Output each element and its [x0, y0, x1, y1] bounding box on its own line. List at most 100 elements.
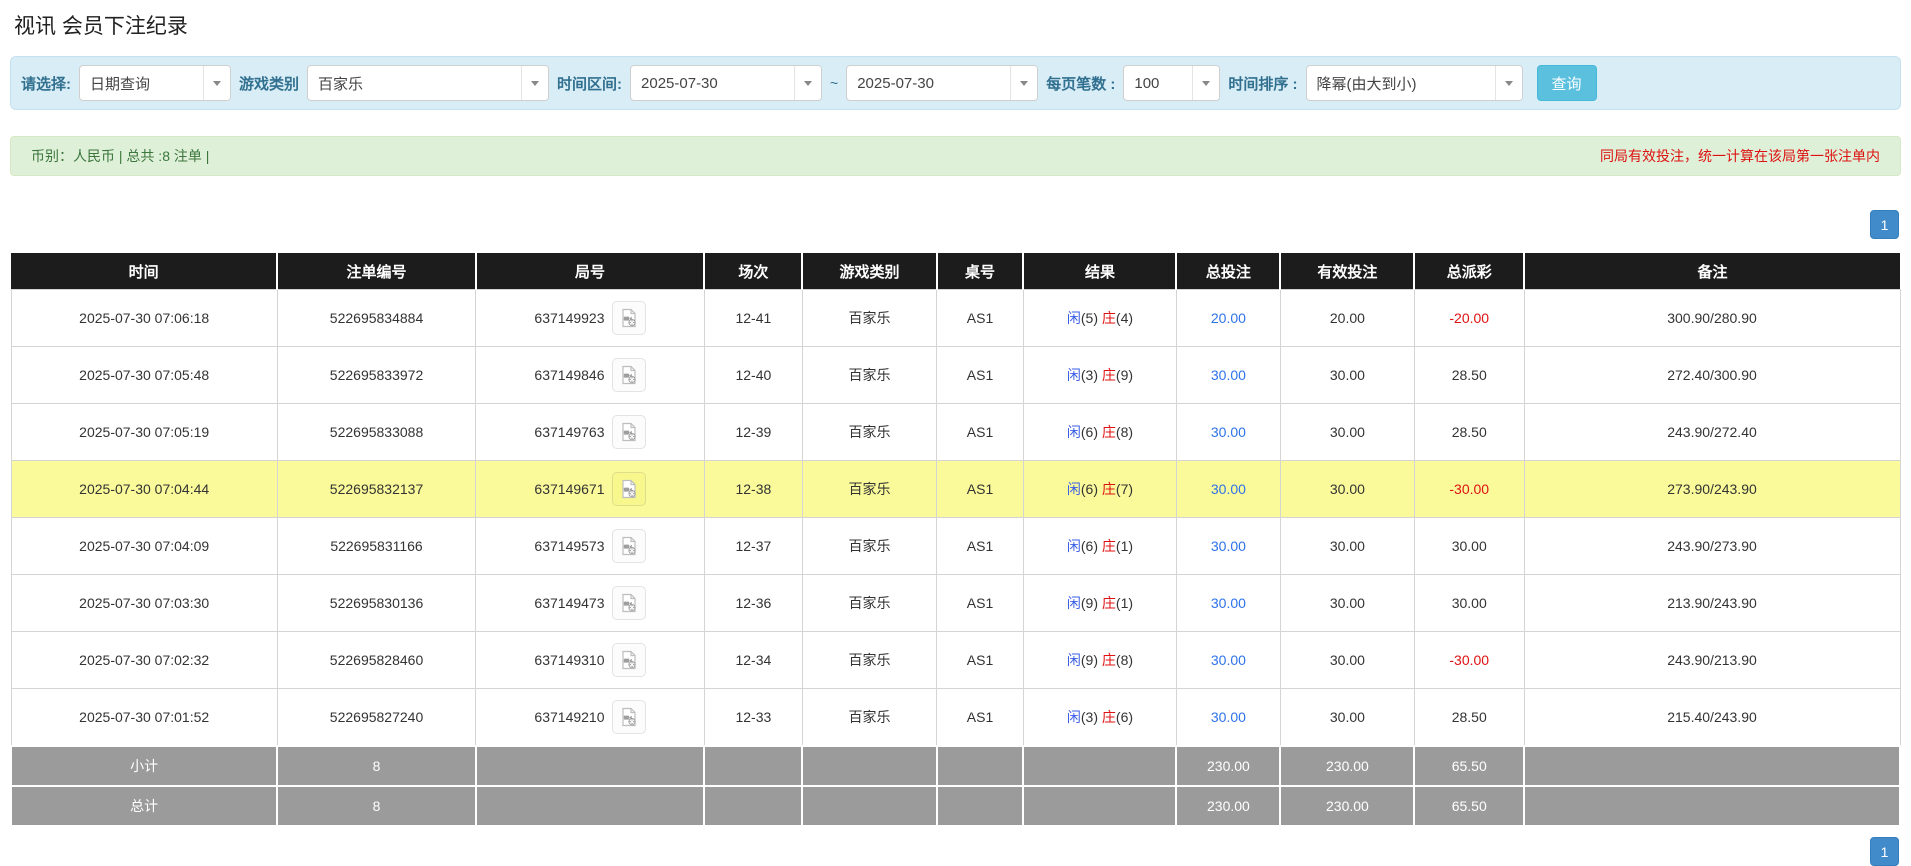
payout-cell: 30.00 — [1414, 518, 1524, 575]
session-cell: 12-40 — [704, 347, 802, 404]
total-bet-cell[interactable]: 30.00 — [1176, 575, 1280, 632]
video-replay-button[interactable] — [612, 415, 646, 449]
round-id: 637149573 — [534, 538, 604, 554]
remark-cell: 243.90/213.90 — [1524, 632, 1900, 689]
total-bet-cell[interactable]: 30.00 — [1176, 518, 1280, 575]
chevron-down-icon[interactable] — [1192, 66, 1219, 100]
result-cell: 闲(3) 庄(6) — [1023, 689, 1176, 747]
summary-empty-cell — [476, 786, 705, 826]
round-cell: 637149923 — [476, 290, 705, 347]
query-type-select[interactable]: 日期查询 — [79, 65, 231, 101]
video-replay-button[interactable] — [612, 700, 646, 734]
total-bet-cell[interactable]: 30.00 — [1176, 347, 1280, 404]
table-no-cell: AS1 — [937, 347, 1024, 404]
session-cell: 12-36 — [704, 575, 802, 632]
page-1-button[interactable]: 1 — [1870, 210, 1899, 239]
total-bet-cell[interactable]: 30.00 — [1176, 404, 1280, 461]
table-body: 2025-07-30 07:06:18522695834884637149923… — [11, 290, 1900, 747]
column-header: 结果 — [1023, 253, 1176, 290]
game-type-cell: 百家乐 — [802, 632, 936, 689]
table-row: 2025-07-30 07:05:19522695833088637149763… — [11, 404, 1900, 461]
game-type-cell: 百家乐 — [802, 347, 936, 404]
video-replay-button[interactable] — [612, 586, 646, 620]
result-cell: 闲(9) 庄(1) — [1023, 575, 1176, 632]
page-size-label: 每页笔数 : — [1046, 73, 1115, 94]
summary-row: 总计8230.00230.0065.50 — [11, 786, 1900, 826]
summary-total-bet-cell: 230.00 — [1176, 746, 1280, 786]
round-cell: 637149573 — [476, 518, 705, 575]
video-replay-button[interactable] — [612, 358, 646, 392]
filter-panel: 请选择: 日期查询 游戏类别 百家乐 时间区间: 2025-07-30 ~ 20… — [10, 56, 1901, 110]
result-cell: 闲(6) 庄(8) — [1023, 404, 1176, 461]
remark-cell: 213.90/243.90 — [1524, 575, 1900, 632]
column-header: 注单编号 — [277, 253, 475, 290]
file-video-icon — [619, 365, 639, 385]
date-from-select[interactable]: 2025-07-30 — [630, 65, 822, 101]
round-id: 637149846 — [534, 367, 604, 383]
summary-empty-cell — [802, 786, 936, 826]
payout-cell: -30.00 — [1414, 461, 1524, 518]
page-size-select[interactable]: 100 — [1123, 65, 1220, 101]
query-type-value: 日期查询 — [80, 66, 203, 100]
chevron-down-icon[interactable] — [1495, 66, 1522, 100]
valid-bet-cell: 30.00 — [1280, 689, 1414, 747]
column-header: 局号 — [476, 253, 705, 290]
total-bet-cell[interactable]: 20.00 — [1176, 290, 1280, 347]
table-no-cell: AS1 — [937, 290, 1024, 347]
chevron-down-icon[interactable] — [794, 66, 821, 100]
table-row: 2025-07-30 07:04:09522695831166637149573… — [11, 518, 1900, 575]
session-cell: 12-39 — [704, 404, 802, 461]
summary-empty-cell — [1524, 746, 1900, 786]
column-header: 备注 — [1524, 253, 1900, 290]
game-type-cell: 百家乐 — [802, 461, 936, 518]
summary-empty-cell — [937, 746, 1024, 786]
page-root: 视讯 会员下注纪录 请选择: 日期查询 游戏类别 百家乐 时间区间: 2025-… — [0, 10, 1911, 866]
round-cell: 637149210 — [476, 689, 705, 747]
chevron-down-icon[interactable] — [1010, 66, 1037, 100]
file-video-icon — [619, 650, 639, 670]
round-id: 637149210 — [534, 709, 604, 725]
summary-payout-cell: 65.50 — [1414, 746, 1524, 786]
game-type-cell: 百家乐 — [802, 518, 936, 575]
bet-id-cell: 522695834884 — [277, 290, 475, 347]
sort-order-select[interactable]: 降幂(由大到小) — [1306, 65, 1523, 101]
chevron-down-icon[interactable] — [521, 66, 548, 100]
session-cell: 12-33 — [704, 689, 802, 747]
bet-id-cell: 522695827240 — [277, 689, 475, 747]
file-video-icon — [619, 479, 639, 499]
game-type-cell: 百家乐 — [802, 290, 936, 347]
chevron-down-icon[interactable] — [203, 66, 230, 100]
video-replay-button[interactable] — [612, 529, 646, 563]
date-to-select[interactable]: 2025-07-30 — [846, 65, 1038, 101]
total-bet-cell[interactable]: 30.00 — [1176, 689, 1280, 747]
file-video-icon — [619, 593, 639, 613]
result-cell: 闲(5) 庄(4) — [1023, 290, 1176, 347]
table-row: 2025-07-30 07:01:52522695827240637149210… — [11, 689, 1900, 747]
sort-order-label: 时间排序 : — [1228, 73, 1297, 94]
total-bet-cell[interactable]: 30.00 — [1176, 461, 1280, 518]
time-range-label: 时间区间: — [557, 73, 622, 94]
valid-bet-cell: 30.00 — [1280, 632, 1414, 689]
round-id: 637149473 — [534, 595, 604, 611]
game-type-select[interactable]: 百家乐 — [307, 65, 549, 101]
summary-label-cell: 小计 — [11, 746, 277, 786]
video-replay-button[interactable] — [612, 643, 646, 677]
bet-id-cell: 522695831166 — [277, 518, 475, 575]
table-footer: 小计8230.00230.0065.50总计8230.00230.0065.50 — [11, 746, 1900, 826]
summary-empty-cell — [1023, 786, 1176, 826]
remark-cell: 273.90/243.90 — [1524, 461, 1900, 518]
total-bet-cell[interactable]: 30.00 — [1176, 632, 1280, 689]
game-type-cell: 百家乐 — [802, 404, 936, 461]
video-replay-button[interactable] — [612, 301, 646, 335]
game-type-label: 游戏类别 — [239, 73, 299, 94]
page-1-button[interactable]: 1 — [1870, 837, 1899, 866]
valid-bet-cell: 20.00 — [1280, 290, 1414, 347]
round-cell: 637149846 — [476, 347, 705, 404]
bet-id-cell: 522695833088 — [277, 404, 475, 461]
payout-cell: 28.50 — [1414, 347, 1524, 404]
video-replay-button[interactable] — [612, 472, 646, 506]
column-header: 桌号 — [937, 253, 1024, 290]
payout-cell: 28.50 — [1414, 404, 1524, 461]
result-cell: 闲(3) 庄(9) — [1023, 347, 1176, 404]
search-button[interactable]: 查询 — [1537, 65, 1597, 101]
